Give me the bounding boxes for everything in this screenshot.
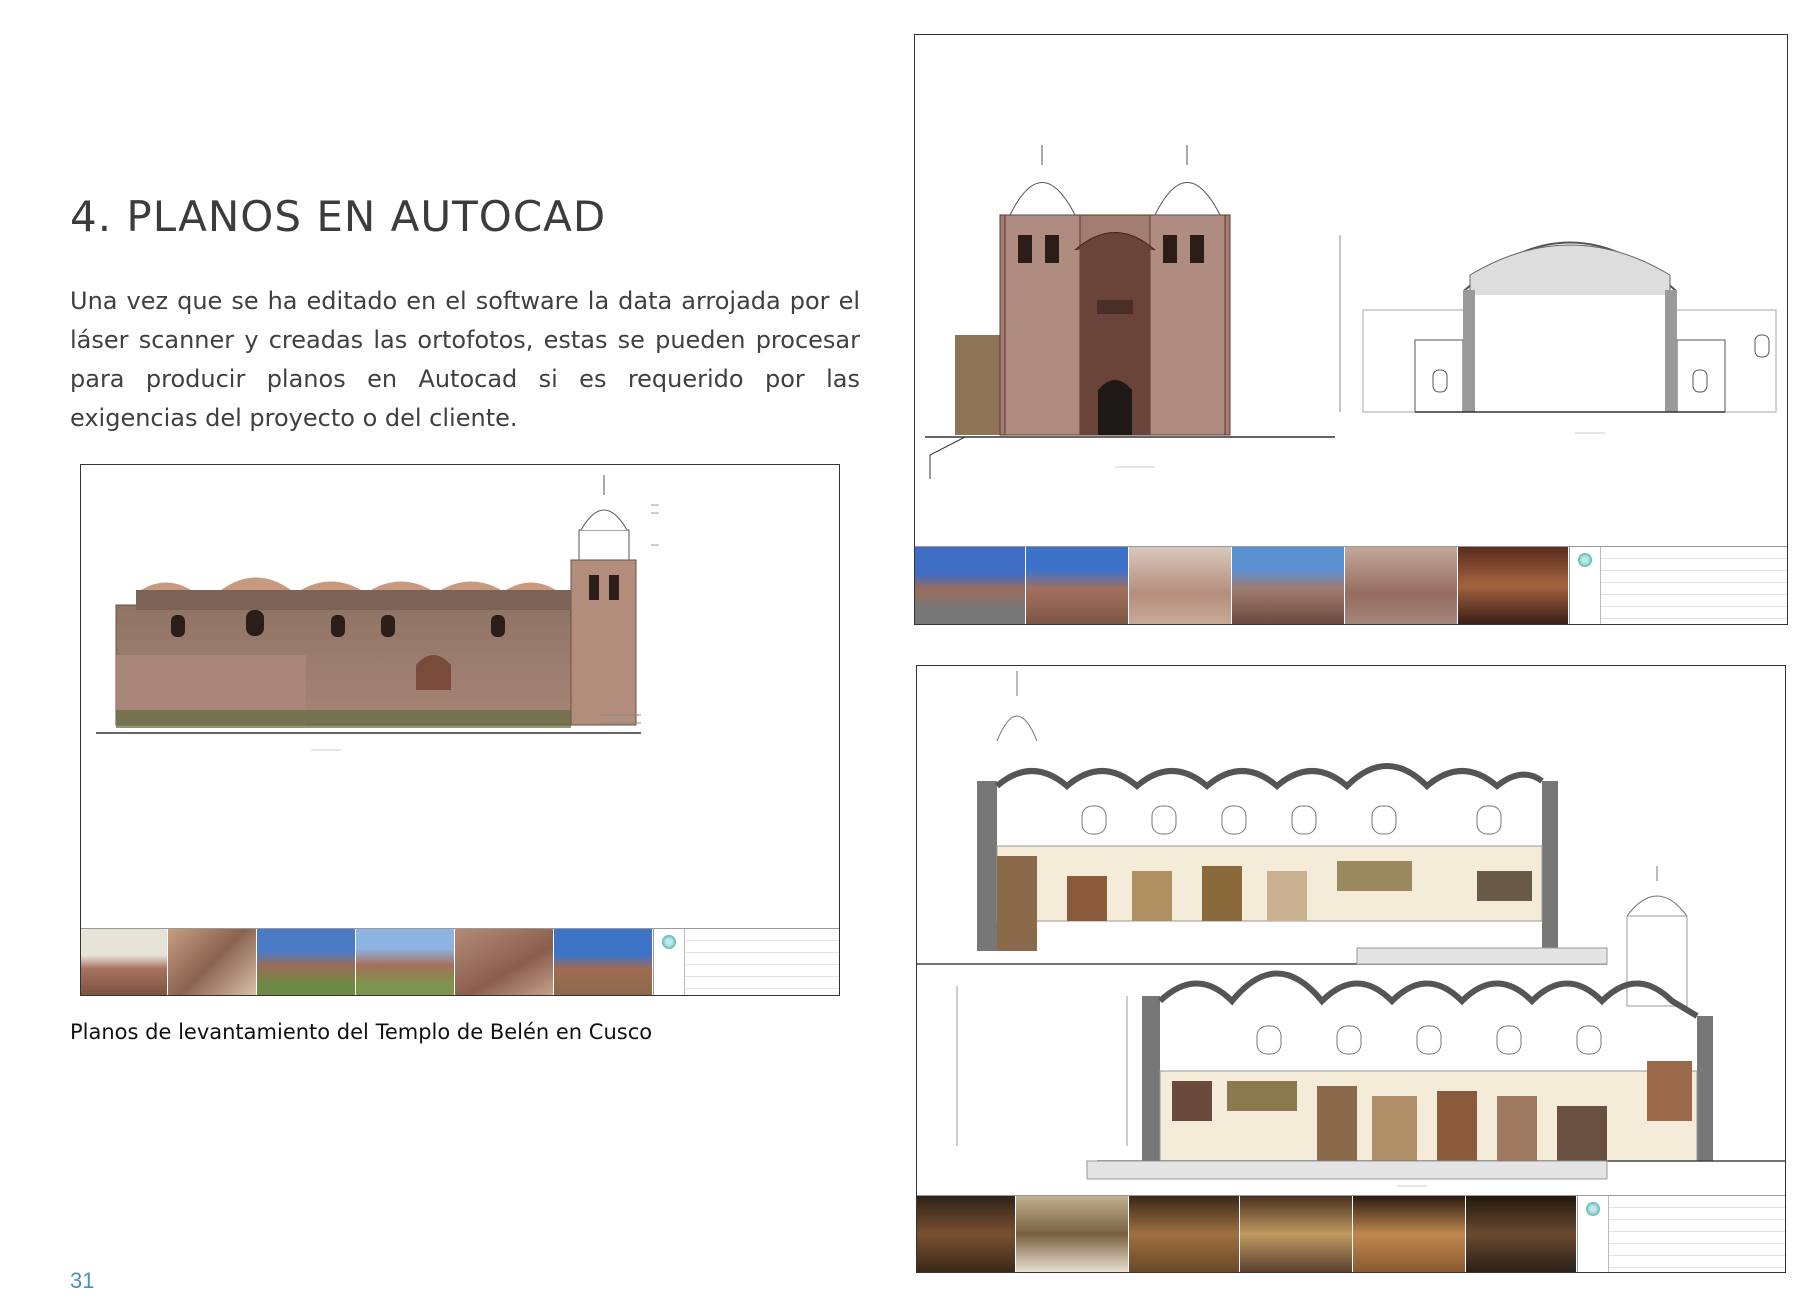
photo-thumbnail	[81, 929, 168, 995]
photo-thumbnail	[915, 547, 1026, 624]
title-block	[1569, 547, 1787, 624]
side-elevation-sheet	[80, 464, 840, 996]
photo-thumbnail	[1458, 547, 1569, 624]
title-block	[653, 929, 839, 995]
photo-thumbnail	[1353, 1196, 1466, 1272]
photo-thumbnail	[554, 929, 653, 995]
figure-caption: Planos de levantamiento del Templo de Be…	[70, 1020, 653, 1044]
photo-thumbnail	[1466, 1196, 1577, 1272]
photo-strip	[917, 1195, 1785, 1272]
photo-thumbnail	[917, 1196, 1016, 1272]
longitudinal-sections-sheet	[916, 665, 1786, 1273]
photo-thumbnail	[356, 929, 455, 995]
photo-thumbnail	[1240, 1196, 1353, 1272]
photo-thumbnail	[1016, 1196, 1129, 1272]
page-number: 31	[70, 1268, 95, 1293]
side-elevation-drawing	[96, 475, 659, 751]
photo-thumbnail	[455, 929, 554, 995]
logo-icon	[1578, 553, 1592, 567]
photo-thumbnail	[1129, 1196, 1240, 1272]
photo-thumbnail	[1026, 547, 1129, 624]
facade-section-drawing	[925, 145, 1777, 479]
logo-icon	[662, 935, 676, 949]
logo-icon	[1586, 1202, 1600, 1216]
longitudinal-sections-drawing	[917, 671, 1785, 1187]
photo-thumbnail	[1129, 547, 1232, 624]
photo-thumbnail	[1345, 547, 1458, 624]
intro-paragraph: Una vez que se ha editado en el software…	[70, 287, 860, 432]
title-block	[1577, 1196, 1785, 1272]
photo-thumbnail	[257, 929, 356, 995]
facade-section-sheet	[914, 34, 1788, 625]
photo-thumbnail	[1232, 547, 1345, 624]
section-heading: 4. PLANOS EN AUTOCAD	[70, 192, 607, 241]
photo-strip	[81, 928, 839, 995]
photo-strip	[915, 546, 1787, 624]
photo-thumbnail	[168, 929, 257, 995]
